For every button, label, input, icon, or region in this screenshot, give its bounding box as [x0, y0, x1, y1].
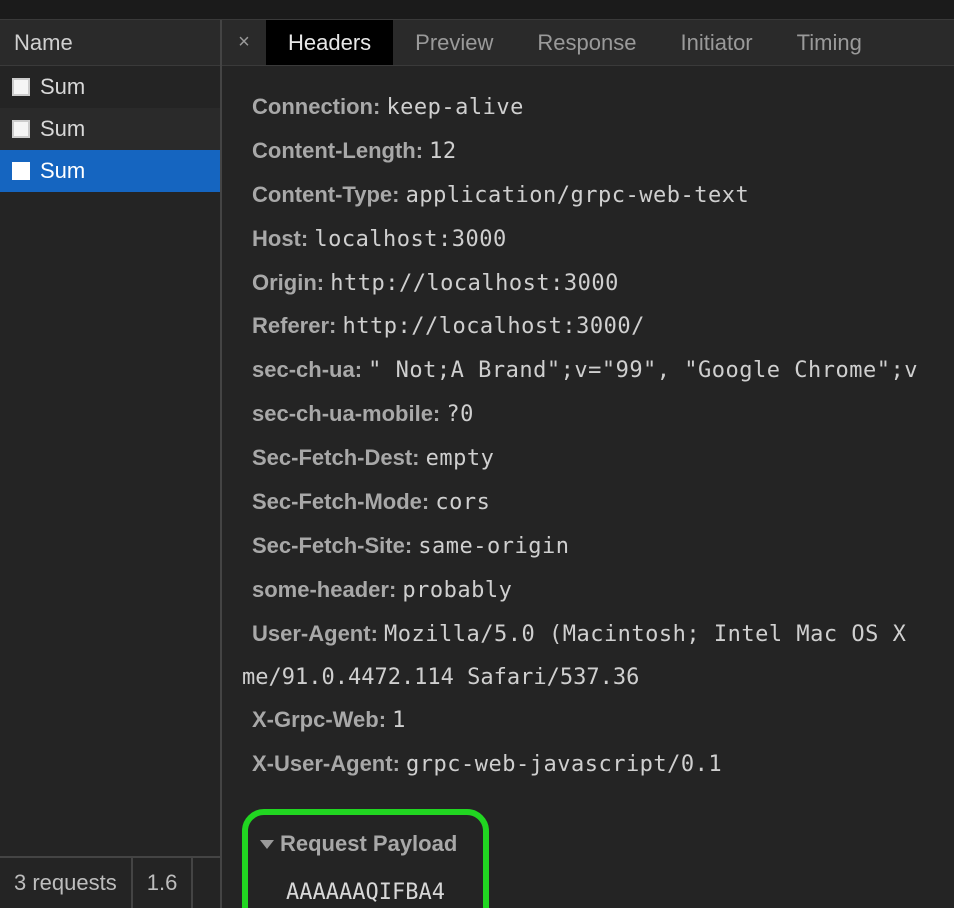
request-payload-title: Request Payload — [280, 823, 457, 866]
header-name: Content-Length: — [252, 138, 429, 163]
header-value: application/grpc-web-text — [406, 183, 750, 208]
header-value: http://localhost:3000/ — [342, 314, 644, 339]
request-checkbox[interactable] — [12, 120, 30, 138]
header-value: empty — [426, 446, 495, 471]
tab-response[interactable]: Response — [515, 20, 658, 65]
header-value: localhost:3000 — [314, 227, 506, 252]
request-payload-value: AAAAAAQIFBA4 — [260, 872, 457, 908]
header-row: User-Agent: Mozilla/5.0 (Macintosh; Inte… — [252, 613, 954, 657]
request-checkbox[interactable] — [12, 162, 30, 180]
header-row: Referer: http://localhost:3000/ — [252, 305, 954, 349]
header-row: Host: localhost:3000 — [252, 218, 954, 262]
header-name: Origin: — [252, 270, 330, 295]
header-name: Content-Type: — [252, 182, 406, 207]
header-value: " Not;A Brand";v="99", "Google Chrome";v — [368, 358, 918, 383]
name-column-header[interactable]: Name — [0, 20, 220, 66]
header-value: grpc-web-javascript/0.1 — [406, 752, 722, 777]
payload-highlight-box: Request Payload AAAAAAQIFBA4 — [242, 809, 489, 908]
header-row: Origin: http://localhost:3000 — [252, 262, 954, 306]
detail-tabs: × HeadersPreviewResponseInitiatorTiming — [222, 20, 954, 66]
header-row: Sec-Fetch-Dest: empty — [252, 437, 954, 481]
request-count: 3 requests — [0, 858, 133, 908]
header-row: X-Grpc-Web: 1 — [252, 699, 954, 743]
header-name: Sec-Fetch-Dest: — [252, 445, 426, 470]
header-value: ?0 — [446, 402, 474, 427]
header-name: some-header: — [252, 577, 402, 602]
tab-timing[interactable]: Timing — [775, 20, 884, 65]
tab-preview[interactable]: Preview — [393, 20, 515, 65]
header-row: some-header: probably — [252, 569, 954, 613]
header-name: Referer: — [252, 313, 342, 338]
close-icon[interactable]: × — [222, 20, 266, 65]
header-row: Connection: keep-alive — [252, 86, 954, 130]
header-value: keep-alive — [386, 95, 523, 120]
detail-panel: × HeadersPreviewResponseInitiatorTiming … — [222, 20, 954, 908]
header-name: sec-ch-ua: — [252, 357, 368, 382]
request-name: Sum — [40, 74, 85, 100]
header-row: Content-Type: application/grpc-web-text — [252, 174, 954, 218]
request-payload-section: Request Payload AAAAAAQIFBA4 — [252, 809, 954, 908]
header-name: X-User-Agent: — [252, 751, 406, 776]
transfer-size: 1.6 — [133, 858, 194, 908]
request-list-panel: Name Sum Sum Sum 3 requests 1.6 — [0, 20, 222, 908]
header-row: sec-ch-ua: " Not;A Brand";v="99", "Googl… — [252, 349, 954, 393]
request-row[interactable]: Sum — [0, 150, 220, 192]
request-name: Sum — [40, 116, 85, 142]
header-row: Content-Length: 12 — [252, 130, 954, 174]
header-name: X-Grpc-Web: — [252, 707, 392, 732]
header-value: 12 — [429, 139, 457, 164]
header-name: Sec-Fetch-Site: — [252, 533, 418, 558]
header-name: Sec-Fetch-Mode: — [252, 489, 435, 514]
header-value: same-origin — [418, 534, 569, 559]
header-name: User-Agent: — [252, 621, 384, 646]
header-value: 1 — [392, 708, 406, 733]
request-payload-toggle[interactable]: Request Payload — [260, 823, 457, 866]
header-name: Connection: — [252, 94, 386, 119]
header-row: Sec-Fetch-Mode: cors — [252, 481, 954, 525]
header-name: sec-ch-ua-mobile: — [252, 401, 446, 426]
tab-headers[interactable]: Headers — [266, 20, 393, 65]
header-value: Mozilla/5.0 (Macintosh; Intel Mac OS X — [384, 622, 906, 647]
triangle-down-icon — [260, 840, 274, 849]
header-value: probably — [402, 578, 512, 603]
header-row: sec-ch-ua-mobile: ?0 — [252, 393, 954, 437]
header-row: Sec-Fetch-Site: same-origin — [252, 525, 954, 569]
request-row[interactable]: Sum — [0, 66, 220, 108]
headers-view: Connection: keep-aliveContent-Length: 12… — [222, 66, 954, 908]
header-value: http://localhost:3000 — [330, 271, 619, 296]
status-bar: 3 requests 1.6 — [0, 856, 220, 908]
name-column-label: Name — [14, 30, 73, 56]
toolbar-strip — [0, 0, 954, 20]
request-list: Sum Sum Sum — [0, 66, 220, 856]
devtools-network-panel: Name Sum Sum Sum 3 requests 1.6 × HeadersP… — [0, 20, 954, 908]
header-value-continuation: me/91.0.4472.114 Safari/537.36 — [242, 657, 954, 700]
tab-initiator[interactable]: Initiator — [658, 20, 774, 65]
header-row: X-User-Agent: grpc-web-javascript/0.1 — [252, 743, 954, 787]
request-checkbox[interactable] — [12, 78, 30, 96]
header-name: Host: — [252, 226, 314, 251]
request-row[interactable]: Sum — [0, 108, 220, 150]
request-name: Sum — [40, 158, 85, 184]
header-value: cors — [435, 490, 490, 515]
